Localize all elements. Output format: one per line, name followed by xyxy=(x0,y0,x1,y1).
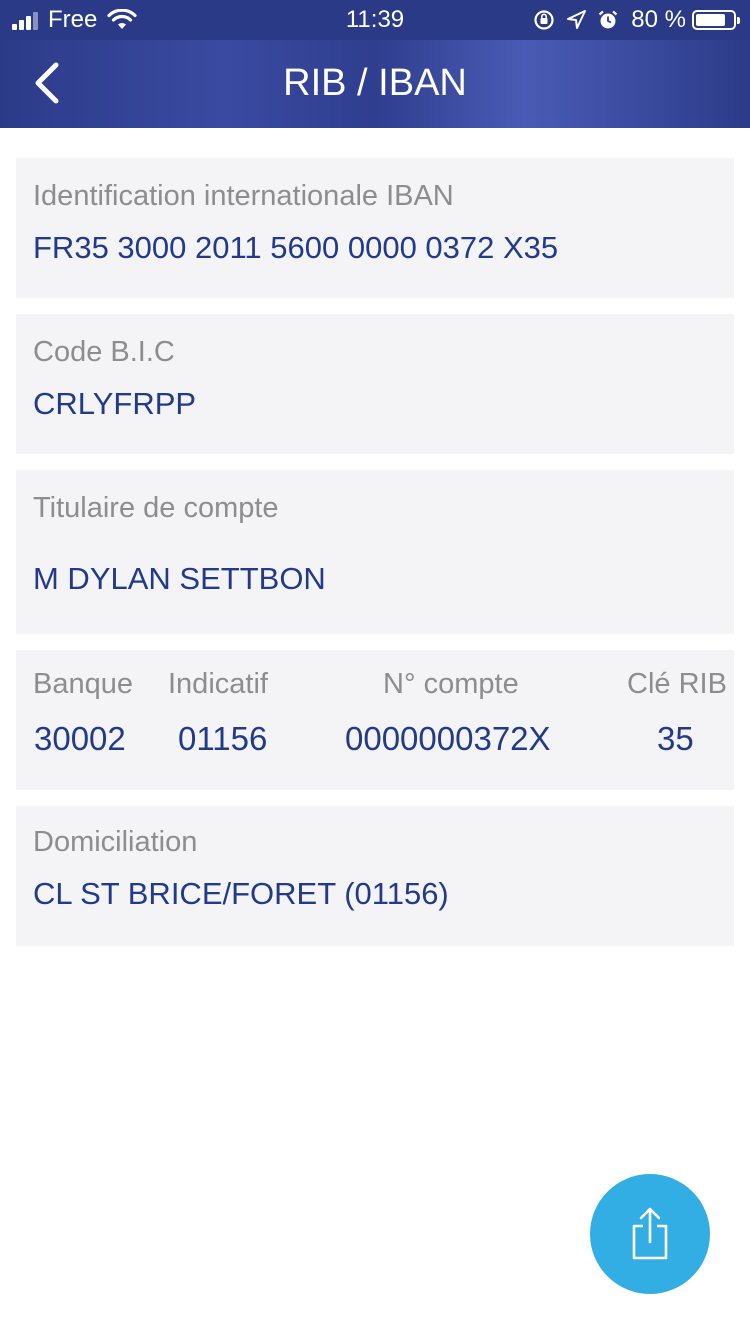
battery-percent: 80 % xyxy=(631,6,686,33)
share-icon xyxy=(632,1207,668,1260)
account-holder-card: Titulaire de compte M DYLAN SETTBON xyxy=(16,470,734,634)
branch-label: Indicatif xyxy=(168,668,268,700)
branch-column: Indicatif xyxy=(168,668,268,701)
bank-value-wrap: 30002 xyxy=(34,720,126,758)
domiciliation-card: Domiciliation CL ST BRICE/FORET (01156) xyxy=(16,806,734,946)
rib-key-column: Clé RIB xyxy=(627,668,727,701)
page-title: RIB / IBAN xyxy=(283,62,467,104)
branch-value-wrap: 01156 xyxy=(178,720,267,758)
orientation-lock-icon xyxy=(534,10,554,30)
account-number-column: N° compte xyxy=(383,668,519,701)
share-button[interactable] xyxy=(590,1174,710,1294)
iban-value[interactable]: FR35 3000 2011 5600 0000 0372 X35 xyxy=(33,230,558,266)
battery-fill xyxy=(696,14,725,26)
iban-label: Identification internationale IBAN xyxy=(33,180,454,212)
bank-column: Banque xyxy=(33,668,133,701)
bank-value[interactable]: 30002 xyxy=(34,720,126,758)
account-holder-value[interactable]: M DYLAN SETTBON xyxy=(33,561,326,597)
rib-key-value[interactable]: 35 xyxy=(657,720,694,758)
domiciliation-label: Domiciliation xyxy=(33,826,198,858)
location-arrow-icon xyxy=(567,10,587,29)
bic-card: Code B.I.C CRLYFRPP xyxy=(16,314,734,454)
bic-label: Code B.I.C xyxy=(33,336,175,368)
account-holder-label: Titulaire de compte xyxy=(33,492,279,524)
alarm-icon xyxy=(599,10,618,29)
bank-label: Banque xyxy=(33,668,133,700)
account-number-value[interactable]: 0000000372X xyxy=(345,720,551,758)
navigation-bar: RIB / IBAN xyxy=(0,40,750,128)
battery-icon xyxy=(692,10,740,30)
status-right: 80 % xyxy=(523,6,740,34)
iban-card: Identification internationale IBAN FR35 … xyxy=(16,158,734,298)
branch-value[interactable]: 01156 xyxy=(178,720,267,758)
rib-key-label: Clé RIB xyxy=(627,668,727,700)
domiciliation-value[interactable]: CL ST BRICE/FORET (01156) xyxy=(33,876,449,912)
rib-details-card: Banque 30002 Indicatif 01156 N° compte 0… xyxy=(16,650,734,790)
bic-value[interactable]: CRLYFRPP xyxy=(33,386,196,422)
status-bar: Free 11:39 80 % xyxy=(0,0,750,40)
account-number-value-wrap: 0000000372X xyxy=(345,720,551,758)
rib-key-value-wrap: 35 xyxy=(657,720,694,758)
account-number-label: N° compte xyxy=(383,668,519,700)
